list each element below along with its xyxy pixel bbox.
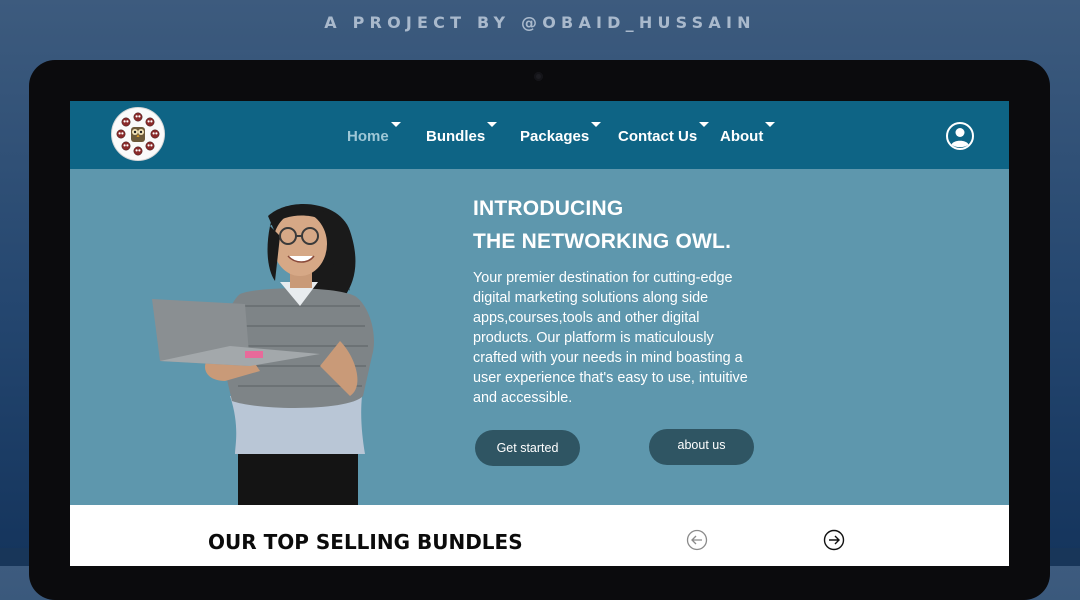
chevron-down-icon xyxy=(390,122,401,127)
arrow-left-circle-icon[interactable] xyxy=(686,529,708,551)
section-title: OUR TOP SELLING BUNDLES xyxy=(208,530,523,554)
webcam-icon xyxy=(534,72,543,81)
nav-item-home[interactable]: Home xyxy=(347,122,401,145)
chevron-down-icon xyxy=(591,122,602,127)
owl-logo-icon[interactable] xyxy=(112,108,164,160)
chevron-down-icon xyxy=(765,122,776,127)
hero-title: INTRODUCING THE NETWORKING OWL. xyxy=(473,192,731,258)
top-bundles-section: OUR TOP SELLING BUNDLES xyxy=(70,505,1009,566)
chevron-down-icon xyxy=(487,122,498,127)
project-credit: A PROJECT BY @OBAID_HUSSAIN xyxy=(324,13,756,32)
hero-title-line-1: INTRODUCING xyxy=(473,197,624,220)
user-account-icon[interactable] xyxy=(945,121,975,151)
about-us-button[interactable]: about us xyxy=(649,429,754,465)
website-screen: Home Bundles Packages Contact Us About I… xyxy=(70,101,1009,566)
nav-item-contact-us[interactable]: Contact Us xyxy=(618,122,710,145)
nav-item-about[interactable]: About xyxy=(720,122,776,145)
nav-item-packages[interactable]: Packages xyxy=(520,122,602,145)
nav-item-bundles[interactable]: Bundles xyxy=(426,122,498,145)
navbar: Home Bundles Packages Contact Us About xyxy=(70,101,1009,169)
arrow-right-circle-icon[interactable] xyxy=(823,529,845,551)
hero-title-line-2: THE NETWORKING OWL. xyxy=(473,230,732,253)
hero-description: Your premier destination for cutting-edg… xyxy=(473,270,748,406)
get-started-button[interactable]: Get started xyxy=(475,430,580,466)
woman-with-laptop-photo xyxy=(150,196,390,506)
chevron-down-icon xyxy=(699,122,710,127)
